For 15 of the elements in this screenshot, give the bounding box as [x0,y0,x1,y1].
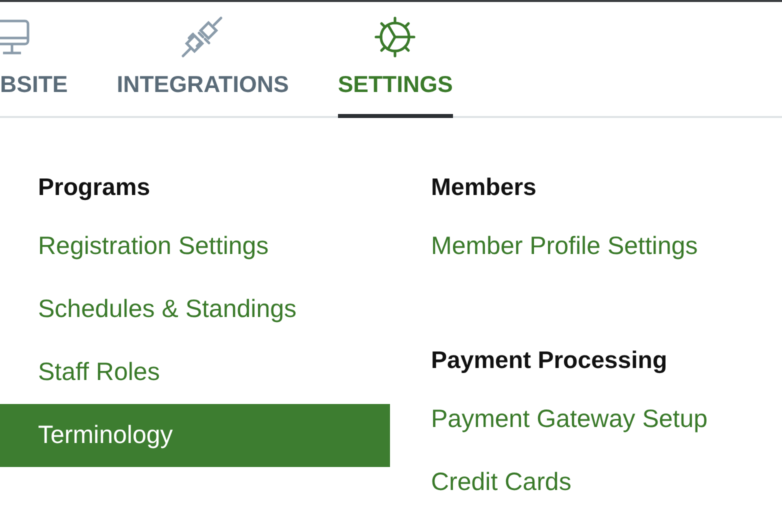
plug-icon [180,16,225,58]
menu-item[interactable]: Terminology [0,404,390,467]
menu-item[interactable]: Credit Cards [390,451,782,508]
menu-item[interactable]: Payment Gateway Setup [390,388,782,451]
menu-item[interactable]: Registration Settings [0,215,390,278]
section-heading: Members [431,173,536,203]
nav-tab[interactable]: BSITE [0,72,68,96]
menu-item[interactable]: Member Profile Settings [390,215,782,278]
menu-item[interactable]: Staff Roles [0,341,390,404]
nav-tab[interactable]: INTEGRATIONS [116,72,289,96]
nav-tab[interactable]: SETTINGS [338,72,453,96]
settings-icon [374,16,416,58]
section-heading: Programs [38,173,150,203]
section-heading: Payment Processing [431,346,668,376]
menu-item[interactable]: Schedules & Standings [0,278,390,341]
